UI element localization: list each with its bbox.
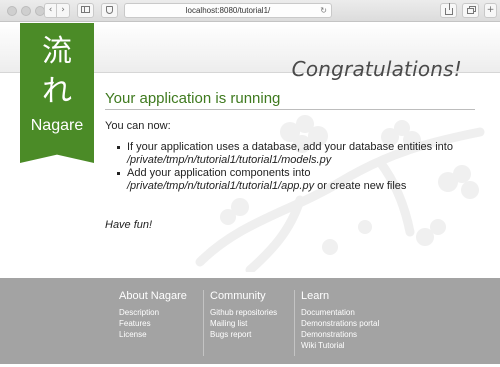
shield-icon [106,6,113,14]
share-button[interactable] [440,3,457,18]
back-icon[interactable]: ‹ [44,3,57,18]
tabs-icon [467,8,474,14]
privacy-button[interactable] [101,3,118,18]
footer-column-about: About Nagare Description Features Licens… [119,290,187,340]
address-bar[interactable]: localhost:8080/tutorial1/ ↻ [124,3,332,18]
list-item: Add your application components into /pr… [117,167,475,193]
footer-link-license[interactable]: License [119,329,187,340]
main-content: Your application is running You can now:… [105,90,475,231]
tab-overview-button[interactable] [462,3,479,18]
footer-link-documentation[interactable]: Documentation [301,307,379,318]
footer-column-title: Community [210,290,266,302]
logo-wordmark: Nagare [30,117,84,134]
status-heading: Your application is running [105,90,475,110]
footer-link-mailing-list[interactable]: Mailing list [210,318,277,329]
next-steps-list: If your application uses a database, add… [105,141,475,193]
minimize-window-button[interactable] [21,6,31,16]
site-footer: About Nagare Description Features Licens… [0,278,500,364]
step-text: Add your application components into [127,167,311,179]
nagare-logo[interactable]: 流 れ Nagare [20,23,94,163]
logo-kanji-top: 流 [42,34,72,69]
footer-column-community: Community Github repositories Mailing li… [203,290,277,356]
footer-link-demonstrations[interactable]: Demonstrations [301,329,379,340]
page-title: Congratulations! [291,57,462,81]
logo-kanji-bottom: れ [42,74,72,109]
sidebar-button[interactable] [77,3,94,18]
intro-text: You can now: [105,120,171,132]
footer-link-wiki-tutorial[interactable]: Wiki Tutorial [301,340,379,351]
footer-column-title: About Nagare [119,290,187,302]
sidebar-icon [81,6,90,13]
footer-link-demo-portal[interactable]: Demonstrations portal [301,318,379,329]
footer-link-bugs[interactable]: Bugs report [210,329,277,340]
forward-icon[interactable]: › [57,3,70,18]
models-path: /private/tmp/n/tutorial1/tutorial1/model… [127,154,332,166]
url-text: localhost:8080/tutorial1/ [185,6,271,15]
close-window-button[interactable] [7,6,17,16]
step-text: If your application uses a database, add… [127,141,453,153]
footer-link-features[interactable]: Features [119,318,187,329]
list-item: If your application uses a database, add… [117,141,475,167]
share-icon [444,3,453,15]
new-tab-icon[interactable]: + [484,3,497,18]
footer-link-description[interactable]: Description [119,307,187,318]
step-suffix: or create new files [314,180,407,192]
footer-link-github[interactable]: Github repositories [210,307,277,318]
reload-icon[interactable]: ↻ [320,4,327,17]
app-path: /private/tmp/n/tutorial1/tutorial1/app.p… [127,180,315,192]
footer-column-title: Learn [301,290,330,302]
footer-column-learn: Learn Documentation Demonstrations porta… [294,290,379,356]
browser-toolbar: ‹ › localhost:8080/tutorial1/ ↻ + [0,0,500,22]
closing-text: Have fun! [105,219,153,231]
